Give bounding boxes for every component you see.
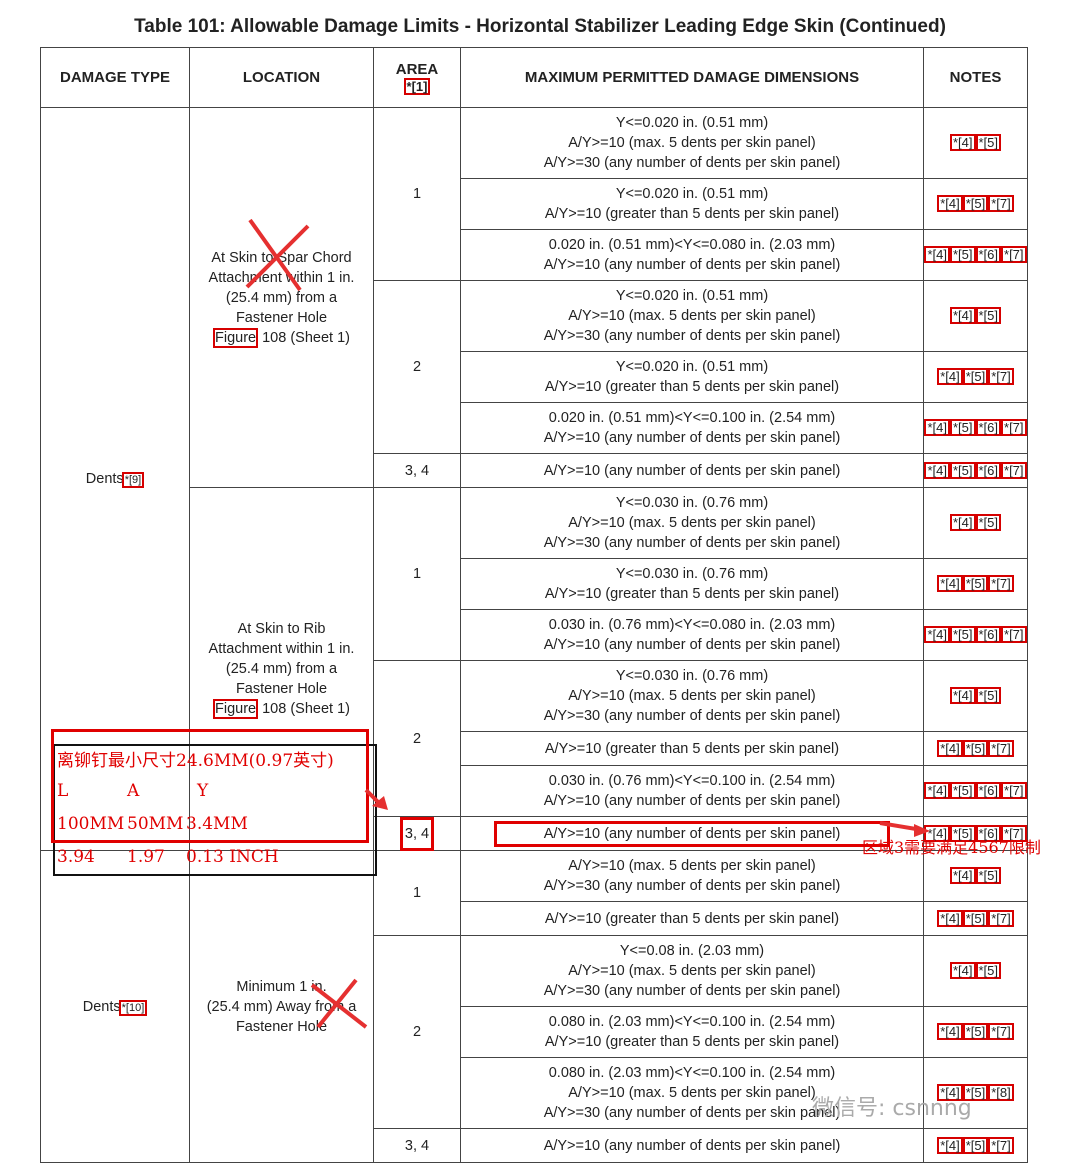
- cross-mark-top-b: [245, 224, 310, 289]
- watermark: 微信号: csnnng: [812, 1096, 972, 1121]
- arrow-right-head: [914, 824, 930, 837]
- cross-mark-top-a: [248, 218, 302, 292]
- cross-mark-bottom-a: [310, 983, 368, 1029]
- cross-mark-bottom-b: [316, 978, 358, 1029]
- annotation-marks: [245, 218, 930, 1029]
